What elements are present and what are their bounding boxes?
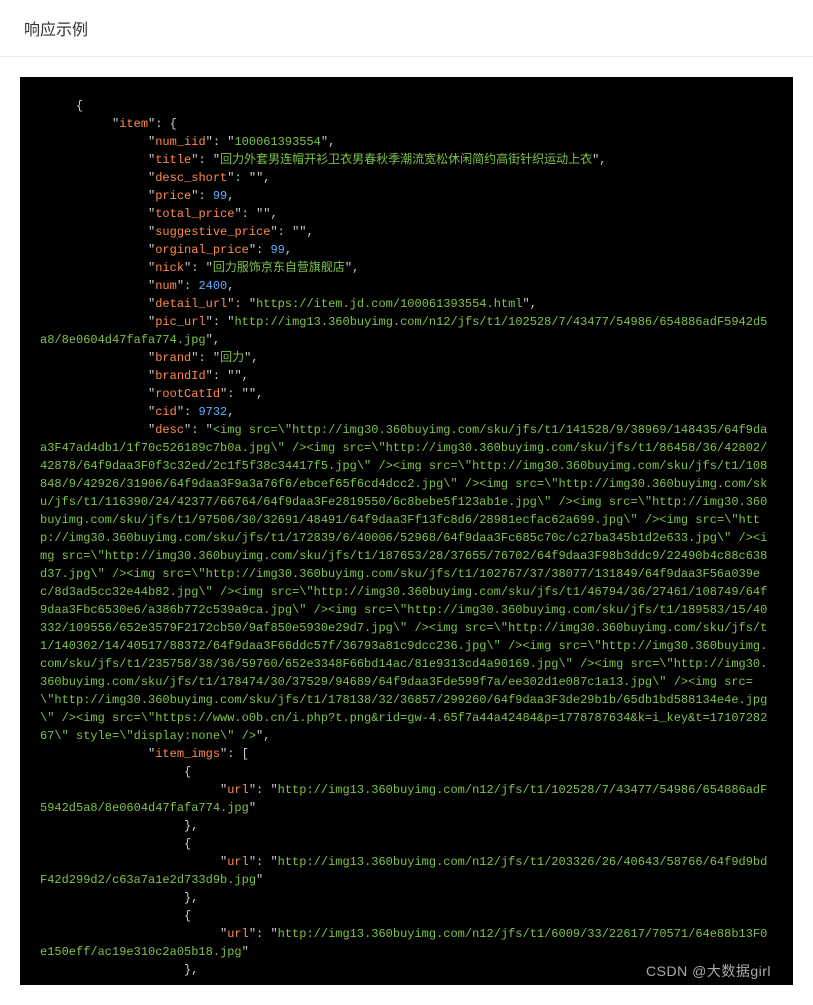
val-desc: <img src=\"http://img30.360buyimg.com/sk… xyxy=(40,423,767,743)
key-desc-short: desc_short xyxy=(155,171,227,185)
section-title: 响应示例 xyxy=(24,22,88,39)
json-code: { "item": { "num_iid": "100061393554", "… xyxy=(40,97,773,979)
val-detail-url: https://item.jd.com/100061393554.html xyxy=(256,297,522,311)
val-title: 回力外套男连帽开衫卫衣男春秋季潮流宽松休闲简约高街针织运动上衣 xyxy=(220,153,592,167)
section-header: 响应示例 xyxy=(0,0,813,57)
key-brand-id: brandId xyxy=(155,369,205,383)
key-num: num xyxy=(155,279,177,293)
val-num: 2400 xyxy=(198,279,227,293)
key-detail-url: detail_url xyxy=(155,297,227,311)
val-brand: 回力 xyxy=(220,351,244,365)
key-root-cat-id: rootCatId xyxy=(155,387,220,401)
key-price: price xyxy=(155,189,191,203)
key-brand: brand xyxy=(155,351,191,365)
key-pic-url: pic_url xyxy=(155,315,205,329)
val-num-iid: 100061393554 xyxy=(234,135,320,149)
key-desc: desc xyxy=(155,423,184,437)
key-url: url xyxy=(227,855,249,869)
key-url: url xyxy=(227,927,249,941)
key-total-price: total_price xyxy=(155,207,234,221)
key-item: item xyxy=(119,117,148,131)
val-orginal-price: 99 xyxy=(270,243,284,257)
watermark: CSDN @大数据girl xyxy=(646,961,771,981)
key-suggestive-price: suggestive_price xyxy=(155,225,270,239)
val-price: 99 xyxy=(213,189,227,203)
key-cid: cid xyxy=(155,405,177,419)
val-cid: 9732 xyxy=(198,405,227,419)
key-nick: nick xyxy=(155,261,184,275)
key-item-imgs: item_imgs xyxy=(155,747,220,761)
key-orginal-price: orginal_price xyxy=(155,243,249,257)
key-url: url xyxy=(227,783,249,797)
key-num-iid: num_iid xyxy=(155,135,205,149)
key-title: title xyxy=(155,153,191,167)
val-nick: 回力服饰京东自营旗舰店 xyxy=(213,261,345,275)
code-block: { "item": { "num_iid": "100061393554", "… xyxy=(20,77,793,985)
